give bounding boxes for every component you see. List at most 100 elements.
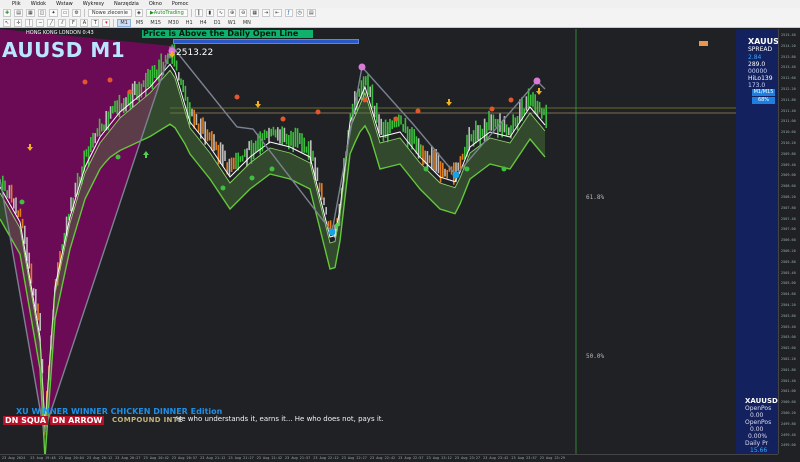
zoom-out-icon[interactable]: ⊖ — [239, 9, 248, 17]
panel-bottom-line: 0.00 — [750, 426, 764, 433]
price-tick: 2509.80 — [781, 151, 796, 156]
menu-item-narzedzia[interactable]: Narzędzia — [114, 1, 139, 7]
candle — [138, 81, 140, 102]
candle — [255, 140, 257, 153]
panel-line: 289.0 — [748, 61, 766, 68]
price-tick: 2514.20 — [781, 43, 796, 48]
navigator-icon[interactable]: ✦ — [49, 9, 58, 17]
time-axis[interactable]: 23 Aug 2024 23 Aug 19:48 23 Aug 20:04 23 Au… — [0, 454, 778, 462]
menu-item-wykresy[interactable]: Wykresy — [83, 1, 104, 7]
menu-item-wstaw[interactable]: Wstaw — [56, 1, 73, 7]
periods-icon[interactable]: ◷ — [295, 9, 304, 17]
terminal-icon[interactable]: ▭ — [60, 9, 70, 17]
profiles-icon[interactable]: ▤ — [14, 9, 23, 17]
candlestick-icon[interactable]: ▮ — [205, 9, 214, 17]
candle — [521, 97, 523, 121]
candle — [545, 104, 547, 129]
candle — [191, 108, 193, 117]
signal-dot — [115, 154, 121, 160]
timeframe-w1[interactable]: W1 — [226, 20, 238, 26]
candle — [318, 182, 321, 192]
chart-window[interactable]: AUUSD M1 HONG KONG LONDON 0:43 Price is … — [0, 29, 800, 462]
candle — [134, 81, 136, 96]
candle — [323, 197, 325, 206]
autotrading-button[interactable]: ▶ AutoTrading — [145, 9, 188, 17]
timeframe-m1[interactable]: M1 — [117, 19, 131, 27]
new-order-button[interactable]: Nowe zlecenie — [87, 9, 132, 17]
metaeditor-icon[interactable]: ◈ — [134, 9, 143, 17]
price-axis[interactable]: 2515.40 2514.20 2513.80 2513.40 2512.60 2512.… — [778, 29, 800, 454]
fib-50-label: 50.0% — [586, 353, 605, 360]
candle — [442, 162, 444, 178]
timeframe-mn[interactable]: MN — [241, 20, 253, 26]
toolbar-separator — [83, 9, 85, 17]
candle — [90, 137, 92, 152]
time-tick: 23 Aug 22:27 — [341, 456, 367, 460]
candle — [303, 137, 305, 153]
timeframe-m15[interactable]: M15 — [148, 20, 163, 26]
zoom-in-icon[interactable]: ⊕ — [227, 9, 237, 17]
candle — [8, 185, 11, 199]
toolbar-separator — [190, 9, 192, 17]
price-tick: 2503.80 — [781, 313, 796, 318]
price-tag: 2513.22 — [176, 48, 214, 58]
menu-item-okno[interactable]: Okno — [149, 1, 162, 7]
data-window-icon[interactable]: ◫ — [37, 9, 47, 17]
bar-chart-icon[interactable]: ┃ — [194, 9, 203, 17]
autotrading-label: AutoTrading — [153, 10, 184, 16]
price-tick: 2508.20 — [781, 195, 796, 199]
panel-bottom-line: Daily Pr — [745, 440, 769, 447]
tile-windows-icon[interactable]: ▦ — [250, 9, 260, 17]
label-tool-icon[interactable]: T — [91, 19, 100, 27]
auto-scroll-icon[interactable]: ⇥ — [262, 9, 271, 17]
price-tick: 2501.40 — [781, 378, 796, 383]
channel-icon[interactable]: ⫽ — [58, 19, 67, 27]
menu-item-widok[interactable]: Widok — [31, 1, 46, 7]
candle — [4, 180, 6, 191]
time-tick: 23 Aug 21:27 — [228, 456, 254, 460]
right-info-panel: XAUUSD SPREAD 2.84 289.0 00000 HiLo139 1… — [736, 29, 786, 462]
time-tick: 23 Aug 22:57 — [398, 456, 424, 460]
candle — [219, 142, 222, 164]
menu-item-pomoc[interactable]: Pomoc — [172, 1, 189, 7]
new-chart-icon[interactable]: ✚ — [3, 9, 12, 17]
candle — [160, 53, 162, 75]
chart-shift-icon[interactable]: ⇤ — [273, 9, 282, 17]
panel-line: 00000 — [748, 68, 768, 75]
price-tick: 2505.80 — [781, 259, 796, 264]
candle — [21, 218, 24, 229]
candle — [28, 252, 30, 269]
timeframe-m30[interactable]: M30 — [166, 20, 181, 26]
menu-item-plik[interactable]: Plik — [12, 1, 21, 7]
tester-icon[interactable]: ⚙ — [72, 9, 81, 17]
candle — [433, 149, 435, 171]
candle — [376, 102, 378, 123]
candle — [241, 155, 244, 162]
candle — [17, 210, 19, 218]
candle — [431, 145, 433, 170]
candle — [457, 162, 459, 171]
timeframe-h4[interactable]: H4 — [198, 20, 209, 26]
arrows-tool-icon[interactable]: ▾ — [102, 19, 111, 27]
timeframe-h1[interactable]: H1 — [184, 20, 195, 26]
cursor-icon[interactable]: ↖ — [3, 19, 12, 27]
timeframe-m5[interactable]: M5 — [134, 20, 146, 26]
text-tool-icon[interactable]: A — [80, 19, 89, 27]
chart-canvas[interactable] — [0, 29, 800, 462]
fibonacci-icon[interactable]: F — [69, 19, 78, 27]
price-tick: 2513.80 — [781, 54, 796, 59]
vertical-line-icon[interactable]: │ — [25, 19, 34, 27]
templates-icon[interactable]: ▤ — [306, 9, 316, 17]
candle — [140, 83, 143, 98]
candle — [508, 127, 510, 136]
signal-dot — [234, 94, 240, 100]
indicators-icon[interactable]: ƒ — [284, 9, 293, 17]
candle — [294, 127, 297, 147]
timeframe-d1[interactable]: D1 — [212, 20, 223, 26]
time-tick: 23 Aug 22:42 — [369, 456, 396, 460]
horizontal-line-icon[interactable]: ─ — [36, 19, 45, 27]
trendline-icon[interactable]: ╱ — [47, 19, 56, 27]
market-watch-icon[interactable]: ▦ — [25, 9, 35, 17]
crosshair-icon[interactable]: ✛ — [14, 19, 23, 27]
line-chart-icon[interactable]: ∿ — [216, 9, 225, 17]
